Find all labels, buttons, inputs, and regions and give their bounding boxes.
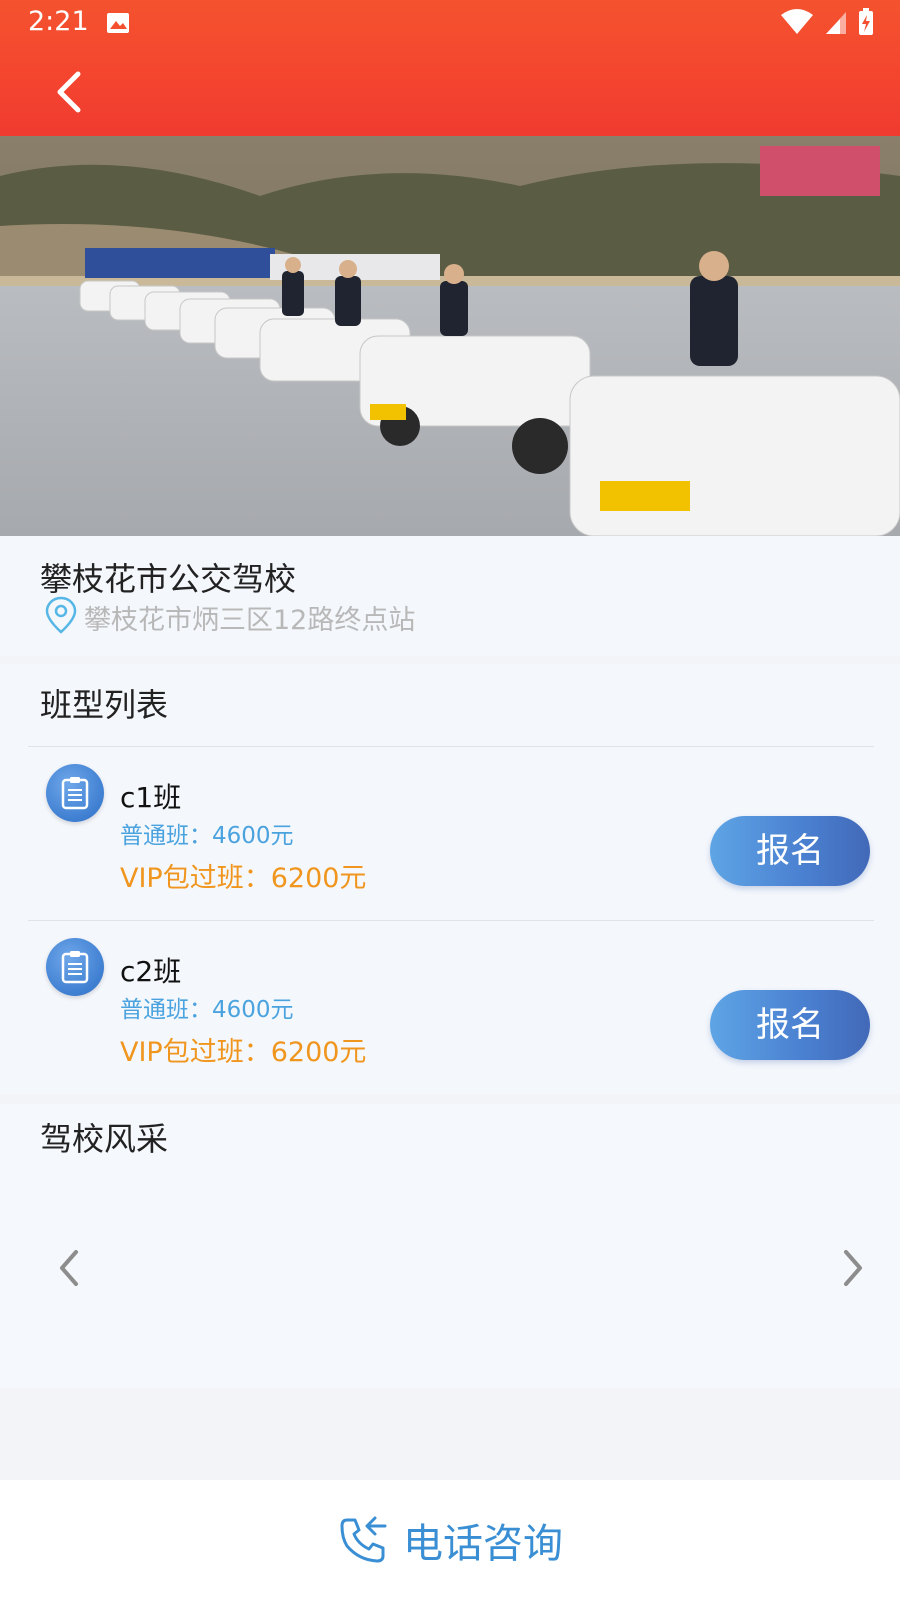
back-button[interactable] bbox=[50, 64, 94, 120]
class-item: c1班 普通班：4600元 VIP包过班：6200元 报名 bbox=[0, 748, 900, 920]
school-address: 攀枝花市炳三区12路终点站 bbox=[84, 605, 416, 636]
school-info: 攀枝花市公交驾校 攀枝花市炳三区12路终点站 bbox=[0, 536, 900, 656]
signal-icon bbox=[826, 12, 846, 34]
status-icons bbox=[780, 8, 874, 36]
signup-button[interactable]: 报名 bbox=[710, 990, 870, 1060]
divider bbox=[28, 920, 874, 921]
class-item: c2班 普通班：4600元 VIP包过班：6200元 报名 bbox=[0, 922, 900, 1094]
clipboard-icon bbox=[46, 938, 104, 996]
vip-price: VIP包过班：6200元 bbox=[120, 863, 367, 894]
wifi-icon bbox=[781, 9, 813, 34]
location-icon bbox=[45, 596, 77, 634]
normal-price: 普通班：4600元 bbox=[120, 823, 294, 849]
phone-consult-label: 电话咨询 bbox=[403, 1521, 563, 1567]
normal-price: 普通班：4600元 bbox=[120, 997, 294, 1023]
divider bbox=[28, 746, 874, 747]
battery-icon bbox=[859, 8, 873, 35]
phone-consult-button[interactable]: 电话咨询 bbox=[0, 1480, 900, 1600]
school-name: 攀枝花市公交驾校 bbox=[40, 560, 297, 598]
school-photo bbox=[0, 136, 900, 536]
clipboard-icon bbox=[46, 764, 104, 822]
signup-button[interactable]: 报名 bbox=[710, 816, 870, 886]
app-header: 2:21 bbox=[0, 0, 900, 136]
phone-icon bbox=[340, 1516, 387, 1563]
class-list-section: 班型列表 c1班 普通班：4600元 VIP包过班：6200元 报名 c2班 普… bbox=[0, 664, 900, 1094]
gallery-section: 驾校风采 bbox=[0, 1104, 900, 1388]
vip-price: VIP包过班：6200元 bbox=[120, 1037, 367, 1068]
image-icon bbox=[107, 13, 129, 33]
hero-photo bbox=[0, 136, 900, 536]
status-time: 2:21 bbox=[28, 6, 89, 37]
class-list-title: 班型列表 bbox=[40, 686, 169, 724]
class-name: c2班 bbox=[120, 955, 182, 988]
gallery-title: 驾校风采 bbox=[40, 1120, 169, 1158]
class-name: c1班 bbox=[120, 781, 182, 814]
back-arrow-icon bbox=[57, 71, 81, 113]
chevron-left-icon[interactable] bbox=[56, 1248, 82, 1288]
chevron-right-icon[interactable] bbox=[840, 1248, 866, 1288]
